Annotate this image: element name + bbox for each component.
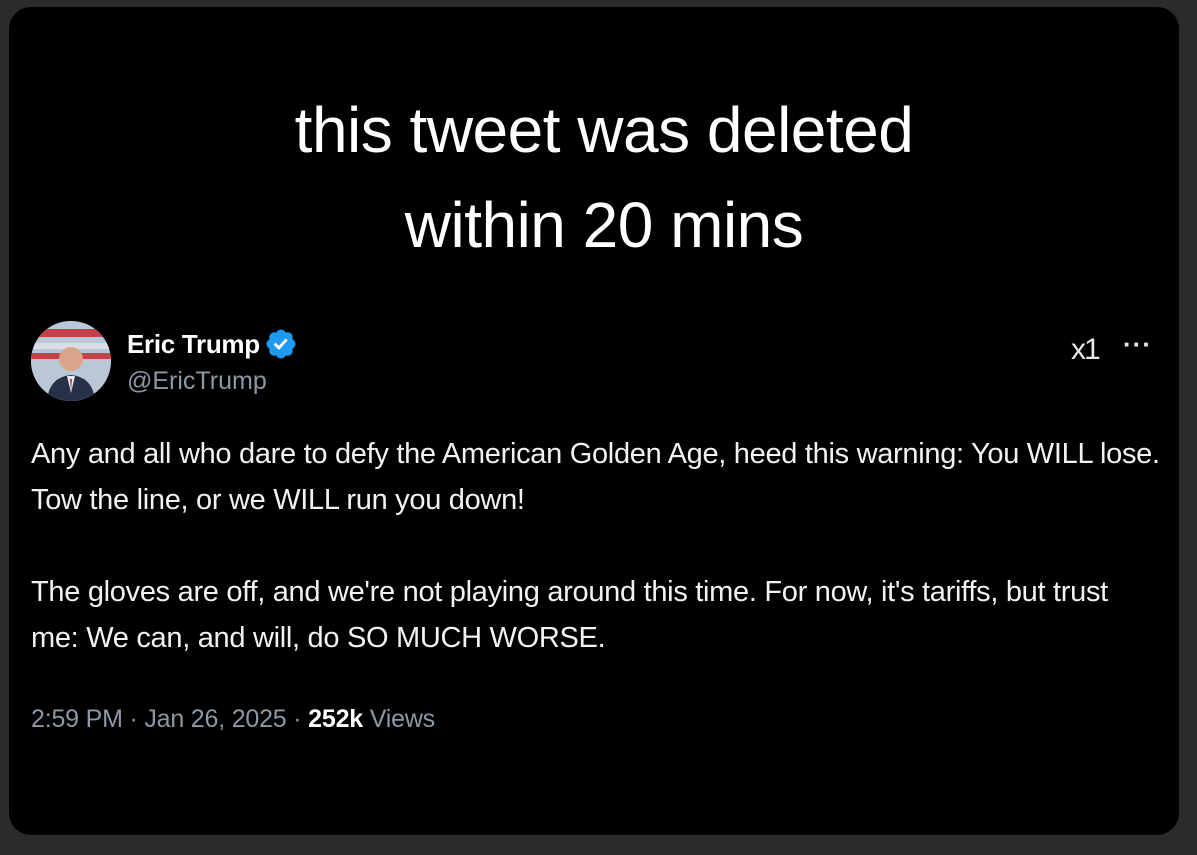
caption-line-2: within 20 mins [404,188,804,261]
tweet-time[interactable]: 2:59 PM [31,705,123,733]
screenshot-card: this tweet was deleted within 20 mins Er… [9,7,1179,835]
author-display-name[interactable]: Eric Trump [127,329,260,360]
tweet-date[interactable]: Jan 26, 2025 [144,705,286,733]
avatar-image [31,321,111,401]
author-handle[interactable]: @EricTrump [127,367,267,396]
views-count: 252k [308,705,363,733]
verified-badge-icon [266,329,296,359]
meta-separator: · [129,705,138,733]
tweet-paragraph: Any and all who dare to defy the America… [31,438,1160,516]
avatar[interactable] [31,321,111,401]
meta-separator: · [293,705,302,733]
caption-line-1: this tweet was deleted [294,94,914,166]
author-name-row: Eric Trump [127,327,298,361]
more-options-button[interactable]: ··· [1123,329,1152,360]
tweet-metadata: 2:59 PM · Jan 26, 2025 · 252k Views [31,705,435,734]
overlay-caption: this tweet was deleted within 20 mins [9,83,1179,272]
views-label: Views [369,705,435,733]
tweet-paragraph: The gloves are off, and we're not playin… [31,576,1108,654]
tweet-body: Any and all who dare to defy the America… [31,431,1161,661]
x-logo-icon[interactable]: x1 [1071,333,1101,367]
